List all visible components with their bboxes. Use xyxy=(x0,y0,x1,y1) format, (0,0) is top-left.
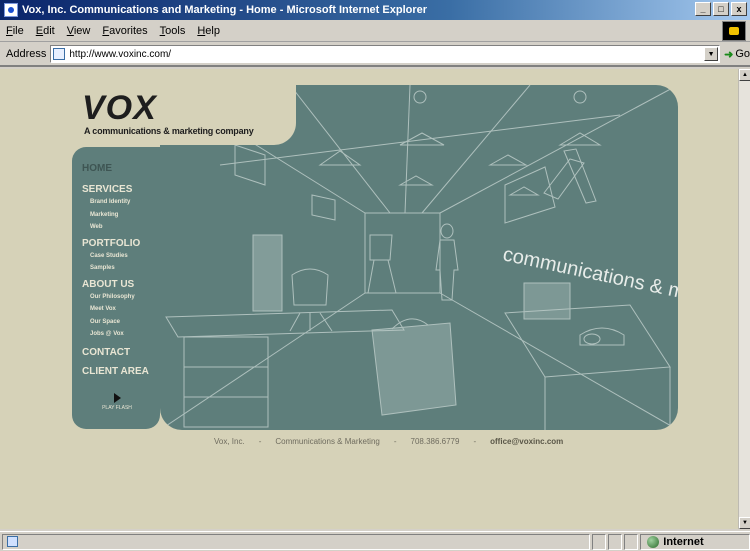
site-footer: Vox, Inc. - Communications & Marketing -… xyxy=(214,437,563,446)
vertical-scrollbar[interactable]: ▲ ▼ xyxy=(738,69,750,529)
nav-samples[interactable]: Samples xyxy=(82,262,160,275)
nav-contact[interactable]: CONTACT xyxy=(82,347,160,359)
scroll-up-button[interactable]: ▲ xyxy=(739,69,750,81)
go-button[interactable]: ➜ Go xyxy=(724,48,750,61)
scroll-down-button[interactable]: ▼ xyxy=(739,517,750,529)
footer-service: Communications & Marketing xyxy=(275,437,380,446)
status-message xyxy=(2,533,591,550)
menu-favorites[interactable]: Favorites xyxy=(102,25,147,37)
play-icon xyxy=(113,393,121,403)
page-done-icon xyxy=(7,536,18,547)
footer-email-link[interactable]: office@voxinc.com xyxy=(490,437,563,446)
menu-edit[interactable]: Edit xyxy=(36,25,55,37)
nav-meet-vox[interactable]: Meet Vox xyxy=(82,303,160,316)
close-button[interactable]: x xyxy=(731,2,747,16)
footer-separator: - xyxy=(473,437,477,446)
menu-help[interactable]: Help xyxy=(197,25,220,37)
nav-our-philosophy[interactable]: Our Philosophy xyxy=(82,291,160,304)
windows-flag-icon xyxy=(722,21,746,41)
menu-view[interactable]: View xyxy=(67,25,91,37)
menu-file[interactable]: File xyxy=(6,25,24,37)
address-field[interactable]: ▼ xyxy=(50,45,721,63)
nav-portfolio[interactable]: PORTFOLIO xyxy=(82,238,160,250)
footer-phone: 708.386.6779 xyxy=(410,437,460,446)
page-icon xyxy=(53,48,66,60)
address-input[interactable] xyxy=(69,48,690,60)
globe-icon xyxy=(647,535,660,548)
minimize-button[interactable]: _ xyxy=(695,2,711,16)
nav-home[interactable]: HOME xyxy=(82,163,160,175)
nav-services[interactable]: SERVICES xyxy=(82,184,160,196)
window-controls: _ □ x xyxy=(695,2,747,16)
nav-about-us[interactable]: ABOUT US xyxy=(82,279,160,291)
security-zone: Internet xyxy=(640,533,750,550)
go-label: Go xyxy=(735,48,750,60)
address-dropdown-button[interactable]: ▼ xyxy=(704,47,719,61)
nav-our-space[interactable]: Our Space xyxy=(82,316,160,329)
address-bar: Address ▼ ➜ Go xyxy=(0,43,750,67)
address-label: Address xyxy=(6,48,47,60)
menu-tools[interactable]: Tools xyxy=(160,25,186,37)
window-titlebar[interactable]: Vox, Inc. Communications and Marketing -… xyxy=(0,0,750,20)
nav-case-studies[interactable]: Case Studies xyxy=(82,250,160,263)
site-nav: HOME SERVICES Brand Identity Marketing W… xyxy=(72,147,160,429)
zone-label: Internet xyxy=(663,535,704,548)
footer-separator: - xyxy=(393,437,397,446)
nav-web[interactable]: Web xyxy=(82,221,160,234)
status-cell xyxy=(592,533,607,550)
maximize-button[interactable]: □ xyxy=(713,2,729,16)
play-flash-label: PLAY FLASH xyxy=(102,405,132,411)
menu-bar: File Edit View Favorites Tools Help xyxy=(0,20,750,42)
hero-notch xyxy=(160,85,296,145)
nav-marketing[interactable]: Marketing xyxy=(82,209,160,222)
vox-logo[interactable]: VOX xyxy=(82,91,157,125)
nav-jobs[interactable]: Jobs @ Vox xyxy=(82,328,160,341)
status-cell xyxy=(624,533,639,550)
play-flash-button[interactable]: PLAY FLASH xyxy=(102,393,132,411)
status-cell xyxy=(608,533,623,550)
page-viewport: communications & marketing company VOX A… xyxy=(0,69,738,529)
nav-brand-identity[interactable]: Brand Identity xyxy=(82,196,160,209)
vox-tagline: A communications & marketing company xyxy=(84,126,254,136)
footer-company: Vox, Inc. xyxy=(214,437,245,446)
ie-page-icon xyxy=(4,3,18,17)
nav-client-area[interactable]: CLIENT AREA xyxy=(82,366,160,378)
window-title: Vox, Inc. Communications and Marketing -… xyxy=(22,4,428,16)
go-arrow-icon: ➜ xyxy=(724,48,734,61)
status-bar: Internet xyxy=(0,531,750,551)
footer-separator: - xyxy=(258,437,262,446)
